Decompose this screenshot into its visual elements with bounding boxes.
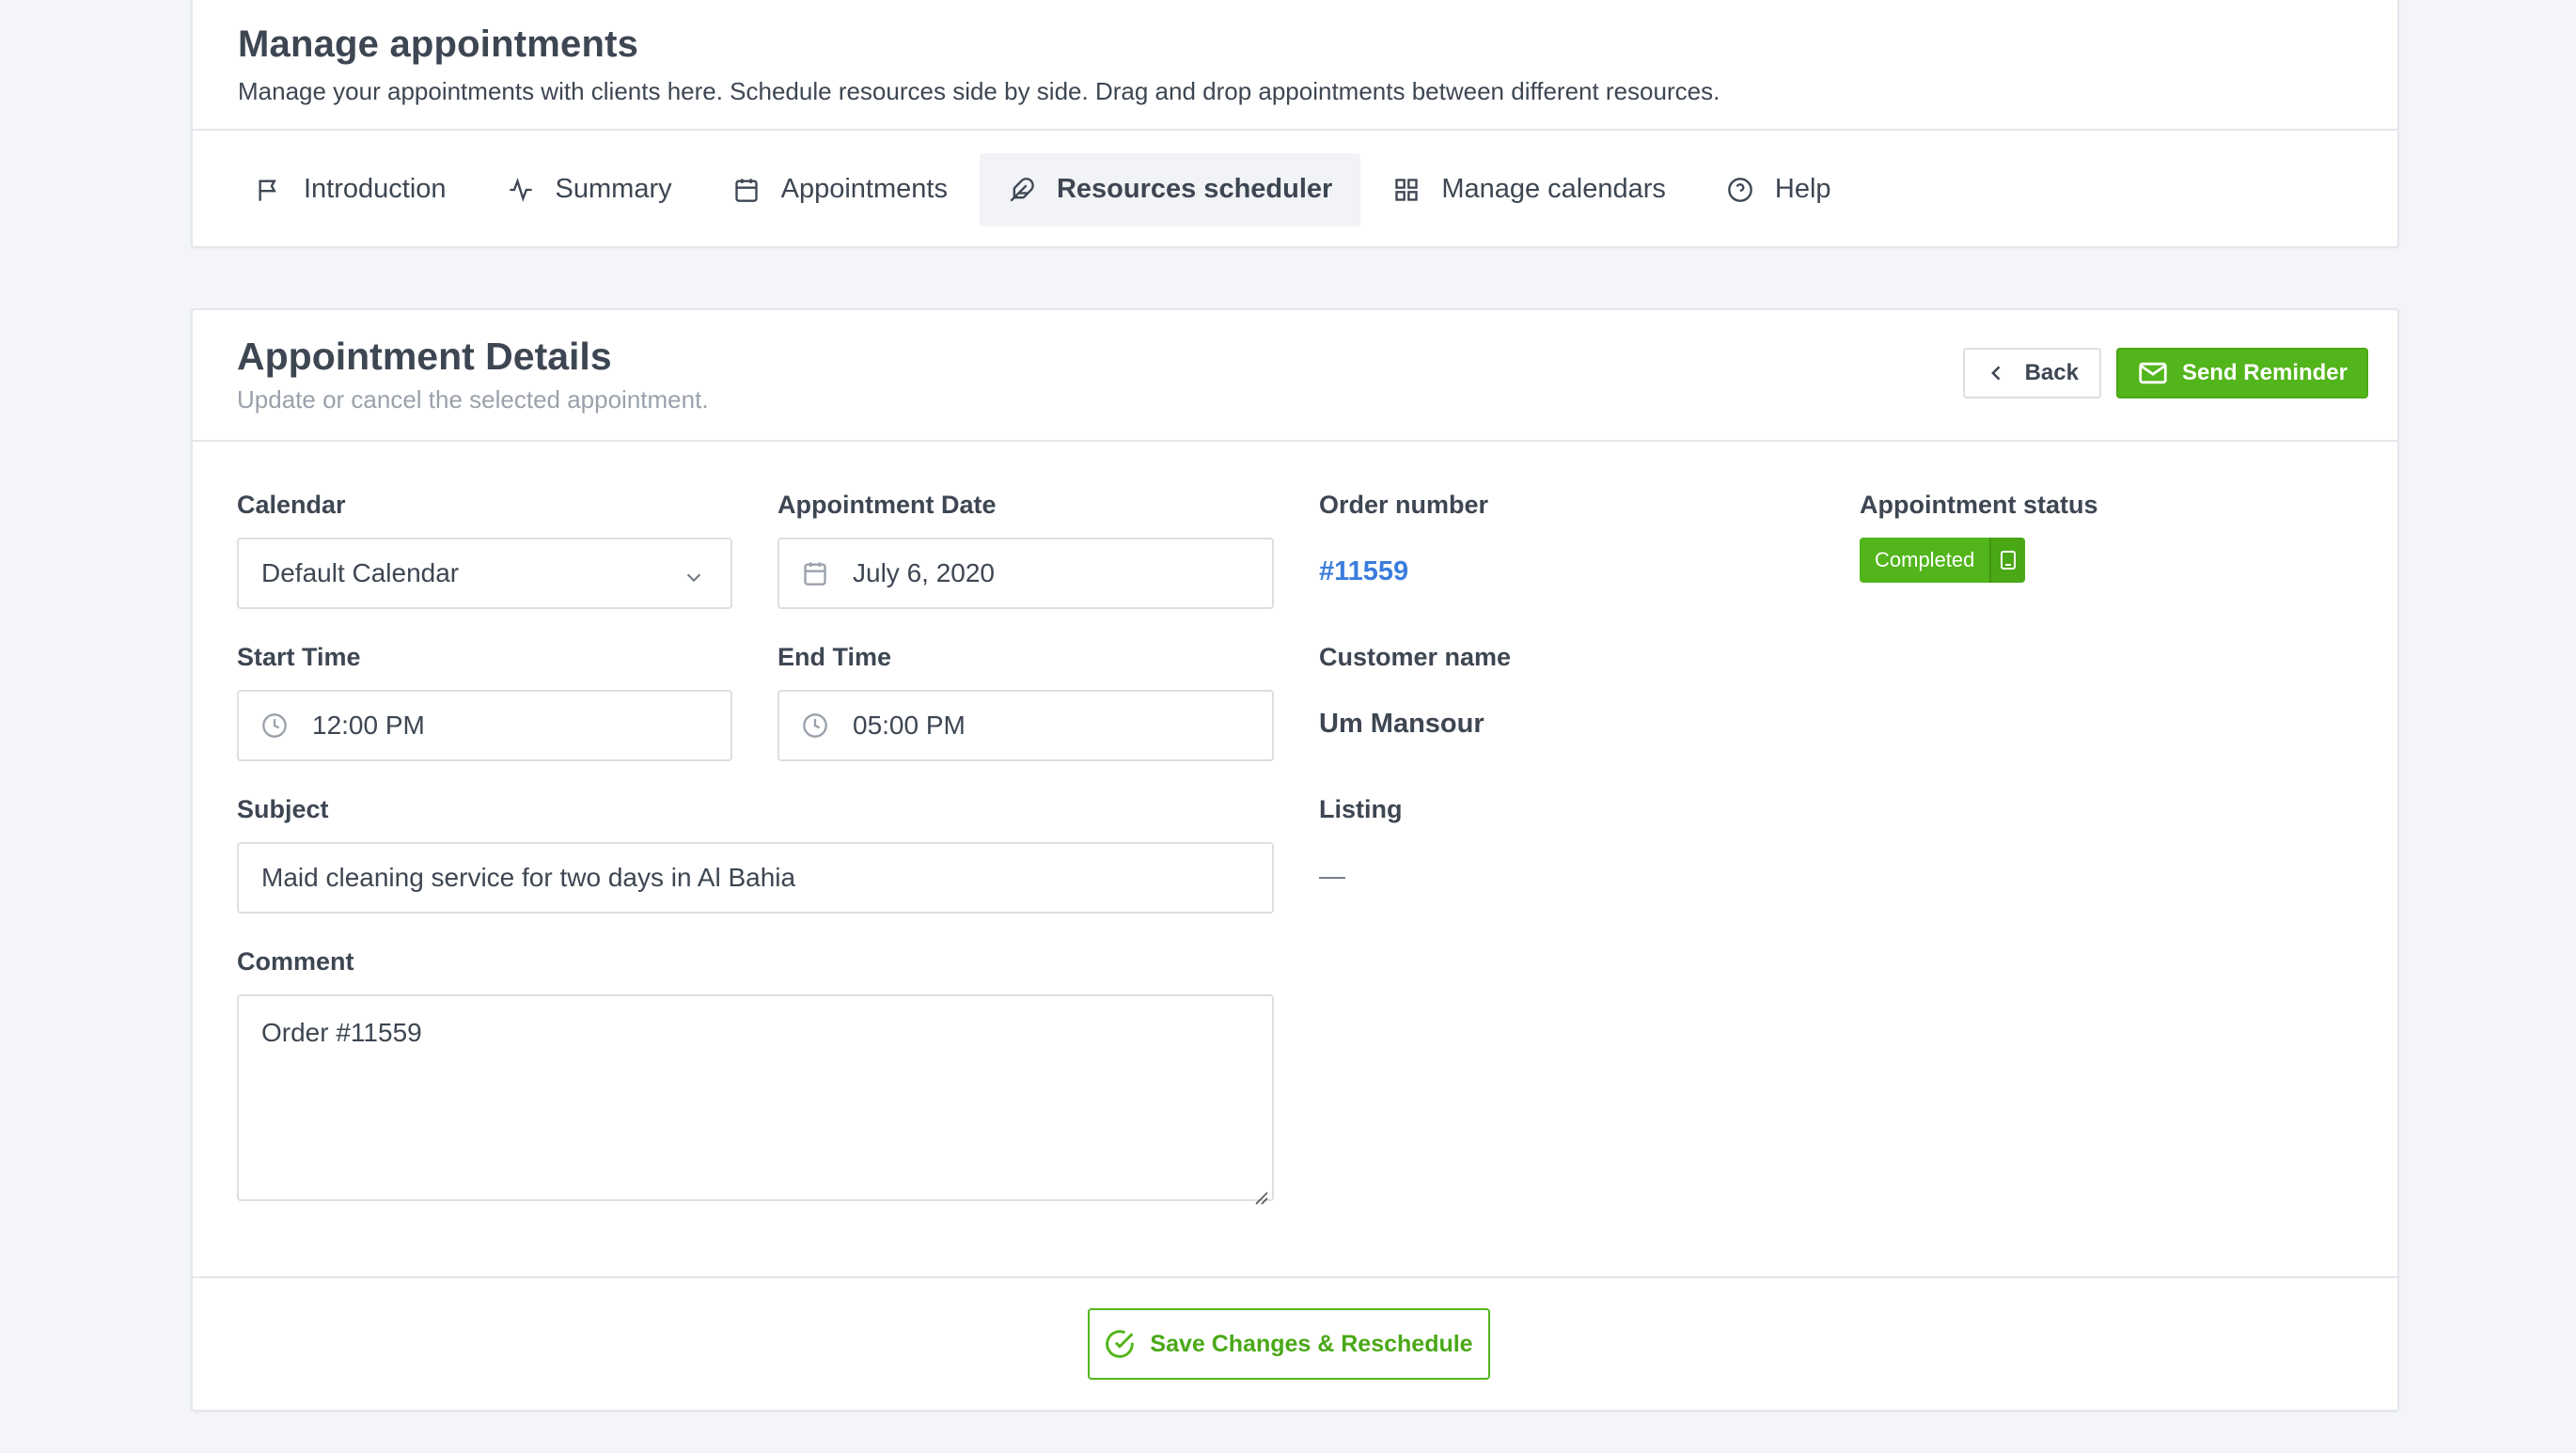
feather-icon (1008, 176, 1036, 204)
page-subtitle: Manage your appointments with clients he… (238, 77, 1720, 105)
appointment-details-card: Appointment Details Update or cancel the… (191, 308, 2399, 1412)
tab-label: Resources scheduler (1056, 174, 1333, 204)
subject-value: Maid cleaning service for two days in Al… (261, 863, 796, 892)
tablet-icon (1989, 538, 2026, 583)
status-badge-label: Completed (1875, 548, 1975, 571)
flag-icon (255, 176, 283, 204)
customer-name-label: Customer name (1319, 643, 1512, 671)
start-time-value: 12:00 PM (312, 711, 425, 740)
end-time-label: End Time (778, 643, 892, 671)
tab-help[interactable]: Help (1698, 153, 1860, 227)
order-number-link[interactable]: #11559 (1319, 556, 1408, 587)
tab-label: Summary (555, 174, 672, 204)
listing-label: Listing (1319, 795, 1403, 823)
header-actions: Back Send Reminder (1962, 348, 2368, 398)
help-circle-icon (1726, 176, 1754, 204)
subject-field[interactable]: Maid cleaning service for two days in Al… (237, 842, 1274, 914)
tab-bar: Introduction Summary Appointments Resour… (193, 131, 2397, 248)
appointment-date-field[interactable]: July 6, 2020 (778, 538, 1274, 609)
send-reminder-button[interactable]: Send Reminder (2115, 348, 2368, 398)
appointment-date-value: July 6, 2020 (853, 558, 995, 587)
chevron-left-icon (1990, 366, 2000, 381)
calendar-label: Calendar (237, 491, 346, 519)
status-badge[interactable]: Completed (1860, 538, 2026, 583)
save-reschedule-label: Save Changes & Reschedule (1150, 1330, 1473, 1357)
check-circle-icon (1106, 1330, 1135, 1358)
page-title: Manage appointments (238, 23, 639, 65)
save-reschedule-button[interactable]: Save Changes & Reschedule (1088, 1308, 1490, 1380)
chevron-down-icon (683, 564, 704, 585)
tab-label: Manage calendars (1441, 174, 1666, 204)
calendar-select[interactable]: Default Calendar (237, 538, 732, 609)
calendar-select-value: Default Calendar (261, 558, 460, 587)
mail-icon (2139, 362, 2167, 384)
clock-icon (802, 711, 830, 740)
comment-label: Comment (237, 947, 354, 976)
start-time-field[interactable]: 12:00 PM (237, 690, 732, 761)
subject-label: Subject (237, 795, 329, 823)
tab-appointments[interactable]: Appointments (704, 153, 976, 227)
end-time-value: 05:00 PM (853, 711, 966, 740)
activity-icon (507, 176, 535, 204)
tab-label: Appointments (780, 174, 948, 204)
tab-introduction[interactable]: Introduction (227, 153, 475, 227)
details-header: Appointment Details Update or cancel the… (193, 310, 2397, 442)
clock-icon (261, 711, 290, 740)
calendar-icon (732, 176, 761, 204)
page-header: Manage appointments Manage your appointm… (193, 0, 2397, 131)
listing-value: — (1319, 861, 1345, 890)
appointment-status-label: Appointment status (1860, 491, 2098, 519)
send-reminder-label: Send Reminder (2181, 360, 2348, 385)
resize-handle-icon[interactable] (1253, 1180, 1268, 1205)
details-footer: Save Changes & Reschedule (193, 1276, 2397, 1410)
back-button[interactable]: Back (1962, 348, 2101, 398)
appointment-date-label: Appointment Date (778, 491, 997, 519)
end-time-field[interactable]: 05:00 PM (778, 690, 1274, 761)
comment-value: Order #11559 (261, 1018, 422, 1047)
tab-summary[interactable]: Summary (479, 153, 700, 227)
back-button-label: Back (2024, 360, 2079, 385)
tab-label: Help (1774, 174, 1831, 204)
calendar-icon (802, 559, 830, 587)
tab-resources-scheduler[interactable]: Resources scheduler (979, 152, 1361, 227)
customer-name-value: Um Mansour (1319, 709, 1484, 739)
tab-manage-calendars[interactable]: Manage calendars (1364, 153, 1694, 227)
order-number-label: Order number (1319, 491, 1489, 519)
grid-icon (1392, 176, 1421, 204)
manage-appointments-card: Manage appointments Manage your appointm… (191, 0, 2399, 248)
comment-textarea[interactable]: Order #11559 (237, 994, 1274, 1205)
start-time-label: Start Time (237, 643, 361, 671)
tab-label: Introduction (304, 174, 447, 204)
